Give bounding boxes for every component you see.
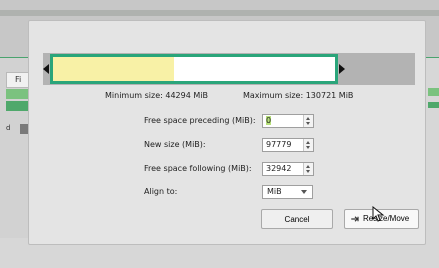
free-space-preceding-input[interactable]: 0 xyxy=(262,114,314,128)
background-left-block xyxy=(20,124,28,134)
new-size-row: New size (MiB): 97779 xyxy=(144,138,404,154)
partition-size-bar[interactable] xyxy=(43,53,415,85)
resize-move-label: Resize/Move xyxy=(363,214,410,223)
arrow-right-bar-icon xyxy=(351,216,359,222)
background-top-stripe xyxy=(0,10,439,16)
chevron-down-icon[interactable] xyxy=(301,190,307,194)
background-left-row-text: d xyxy=(6,124,11,132)
free-space-preceding-label: Free space preceding (MiB): xyxy=(144,116,256,125)
free-space-preceding-value[interactable]: 0 xyxy=(266,116,272,125)
align-to-label: Align to: xyxy=(144,187,178,196)
partition-used-fill xyxy=(53,57,175,81)
spin-up-icon[interactable] xyxy=(306,117,310,120)
size-limits: Minimum size: 44294 MiB Maximum size: 13… xyxy=(105,91,405,103)
free-space-following-label: Free space following (MiB): xyxy=(144,164,252,173)
free-space-following-input[interactable]: 32942 xyxy=(262,162,314,176)
new-size-input[interactable]: 97779 xyxy=(262,138,314,152)
spin-down-icon[interactable] xyxy=(306,170,310,173)
new-size-label: New size (MiB): xyxy=(144,140,206,149)
background-left-green-row xyxy=(6,89,28,99)
new-size-spinner[interactable] xyxy=(303,139,313,151)
cancel-button[interactable]: Cancel xyxy=(261,209,333,229)
free-space-preceding-row: Free space preceding (MiB): 0 xyxy=(144,114,404,130)
spin-up-icon[interactable] xyxy=(306,165,310,168)
align-to-select[interactable]: MiB xyxy=(262,185,313,199)
align-to-row: Align to: MiB xyxy=(144,185,404,201)
free-space-following-spinner[interactable] xyxy=(303,163,313,175)
minimum-size-text: Minimum size: 44294 MiB xyxy=(105,91,208,100)
background-right-green-row-2 xyxy=(428,102,439,108)
left-resize-handle-icon[interactable] xyxy=(43,64,49,74)
free-space-preceding-spinner[interactable] xyxy=(303,115,313,127)
background-left-tab: Fi xyxy=(6,72,30,88)
maximum-size-text: Maximum size: 130721 MiB xyxy=(243,91,354,100)
spin-down-icon[interactable] xyxy=(306,146,310,149)
free-space-following-value[interactable]: 32942 xyxy=(266,164,291,173)
background-left-tab-label: Fi xyxy=(15,75,22,84)
mouse-cursor-icon xyxy=(372,206,385,222)
right-resize-handle-icon[interactable] xyxy=(339,64,345,74)
background-right-green-row xyxy=(428,88,439,96)
free-space-following-row: Free space following (MiB): 32942 xyxy=(144,162,404,178)
align-to-value[interactable]: MiB xyxy=(267,187,282,196)
background-left-green-row-2 xyxy=(6,101,28,111)
resize-move-dialog: Minimum size: 44294 MiB Maximum size: 13… xyxy=(28,20,426,245)
new-size-value[interactable]: 97779 xyxy=(266,140,291,149)
spin-up-icon[interactable] xyxy=(306,141,310,144)
partition-bar[interactable] xyxy=(50,54,338,84)
spin-down-icon[interactable] xyxy=(306,122,310,125)
